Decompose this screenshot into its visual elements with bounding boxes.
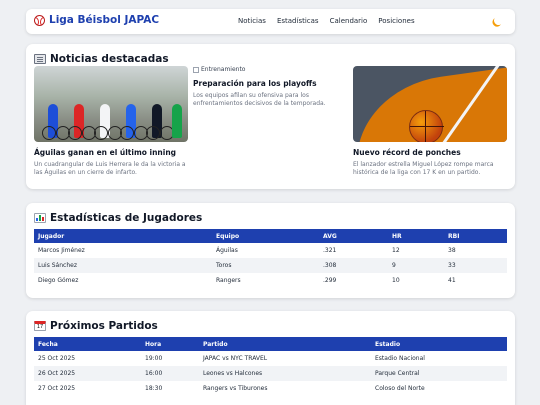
news-card-2[interactable]: Entrenamiento Preparación para los playo… <box>193 66 347 108</box>
baseball-icon <box>34 14 45 26</box>
game-date: 26 Oct 2025 <box>34 366 141 381</box>
news-headline[interactable]: Águilas ganan en el último inning <box>34 148 188 157</box>
news-summary: Los equipos afilan su ofensiva para los … <box>193 92 326 107</box>
game-time: 19:00 <box>145 355 163 362</box>
rbi: 33 <box>444 258 507 273</box>
nav-link-calendario[interactable]: Calendario <box>330 17 368 25</box>
cyclists-photo <box>34 66 188 142</box>
news-headline[interactable]: Nuevo récord de ponches <box>353 148 507 157</box>
table-row: 26 Oct 2025 16:00 Leones vs Halcones Par… <box>34 366 507 381</box>
rbi: 41 <box>448 277 456 284</box>
stats-title: Estadísticas de Jugadores <box>50 212 203 224</box>
col-header[interactable]: RBI <box>444 229 507 243</box>
news-title: Noticias destacadas <box>50 53 169 65</box>
news-summary: Un cuadrangular de Luis Herrera le da la… <box>34 161 186 176</box>
nav-link-noticias[interactable]: Noticias <box>238 17 266 25</box>
basketball-court-photo <box>353 66 507 142</box>
col-header[interactable]: AVG <box>319 229 388 243</box>
table-row: 25 Oct 2025 19:00 JAPAC vs NYC TRAVEL Es… <box>34 351 507 366</box>
table-row: Diego Gómez Rangers .299 10 41 <box>34 273 507 288</box>
table-row: Luis Sánchez Toros .308 9 33 <box>34 258 507 273</box>
stats-heading: Estadísticas de Jugadores <box>34 212 202 224</box>
game-time: 16:00 <box>141 366 199 381</box>
avg: .308 <box>319 258 388 273</box>
calendar-icon: 17 <box>34 321 46 331</box>
team: Águilas <box>216 247 238 254</box>
col-header[interactable]: Hora <box>141 337 199 351</box>
broken-image-icon <box>193 66 199 73</box>
game-time: 18:30 <box>145 385 163 392</box>
hr: 10 <box>392 277 400 284</box>
moon-icon[interactable] <box>493 15 505 27</box>
team: Toros <box>212 258 319 273</box>
rbi: 38 <box>448 247 456 254</box>
news-section: Noticias destacadas Águilas ganan en el … <box>26 44 515 189</box>
nav-link-estadisticas[interactable]: Estadísticas <box>277 17 319 25</box>
game-date: 27 Oct 2025 <box>38 385 76 392</box>
table-header-row: Jugador Equipo AVG HR RBI <box>34 229 507 243</box>
broken-image: Entrenamiento <box>193 66 347 73</box>
news-heading: Noticias destacadas <box>34 53 169 65</box>
team: Rangers <box>216 277 241 284</box>
games-table: Fecha Hora Partido Estadio 25 Oct 2025 1… <box>34 337 507 396</box>
games-section: 17 Próximos Partidos Fecha Hora Partido … <box>26 311 515 405</box>
stats-section: Estadísticas de Jugadores Jugador Equipo… <box>26 203 515 298</box>
table-row: Marcos Jiménez Águilas .321 12 38 <box>34 243 507 258</box>
site-title: Liga Béisbol JAPAC <box>49 14 160 26</box>
top-navbar: Liga Béisbol JAPAC Noticias Estadísticas… <box>26 9 515 34</box>
brand[interactable]: Liga Béisbol JAPAC <box>34 14 159 26</box>
games-heading: 17 Próximos Partidos <box>34 320 158 332</box>
main-nav: Noticias Estadísticas Calendario Posicio… <box>238 17 415 25</box>
col-header[interactable]: Equipo <box>212 229 319 243</box>
news-card-3[interactable]: Nuevo récord de ponches El lanzador estr… <box>353 66 507 177</box>
game-matchup: Leones vs Halcones <box>199 366 371 381</box>
player-name: Diego Gómez <box>38 277 79 284</box>
news-card-1[interactable]: Águilas ganan en el último inning Un cua… <box>34 66 188 177</box>
game-date: 25 Oct 2025 <box>38 355 76 362</box>
bar-chart-icon <box>34 213 46 223</box>
game-matchup: JAPAC vs NYC TRAVEL <box>203 355 268 362</box>
col-header[interactable]: Jugador <box>34 229 212 243</box>
image-alt-text: Entrenamiento <box>201 66 246 73</box>
game-stadium: Estadio Nacional <box>375 355 425 362</box>
col-header[interactable]: HR <box>388 229 444 243</box>
table-header-row: Fecha Hora Partido Estadio <box>34 337 507 351</box>
newspaper-icon <box>34 54 46 64</box>
hr: 9 <box>388 258 444 273</box>
avg: .299 <box>323 277 337 284</box>
game-stadium: Coloso del Norte <box>375 385 425 392</box>
news-headline[interactable]: Preparación para los playoffs <box>193 79 347 88</box>
col-header[interactable]: Fecha <box>34 337 141 351</box>
news-summary: El lanzador estrella Miguel López rompe … <box>353 161 494 176</box>
game-stadium: Parque Central <box>371 366 507 381</box>
player-name: Marcos Jiménez <box>38 247 85 254</box>
hr: 12 <box>392 247 400 254</box>
games-title: Próximos Partidos <box>50 320 158 332</box>
nav-link-posiciones[interactable]: Posiciones <box>378 17 414 25</box>
table-row: 27 Oct 2025 18:30 Rangers vs Tiburones C… <box>34 381 507 396</box>
player-name: Luis Sánchez <box>34 258 212 273</box>
game-matchup: Rangers vs Tiburones <box>203 385 268 392</box>
col-header[interactable]: Estadio <box>371 337 507 351</box>
col-header[interactable]: Partido <box>199 337 371 351</box>
avg: .321 <box>323 247 337 254</box>
stats-table: Jugador Equipo AVG HR RBI Marcos Jiménez… <box>34 229 507 288</box>
